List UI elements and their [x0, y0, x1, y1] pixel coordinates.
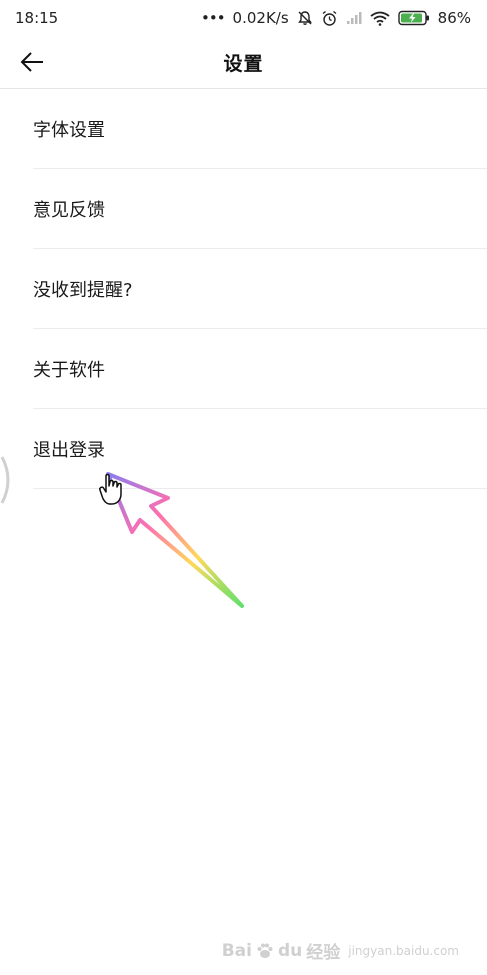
signal-icon [346, 11, 362, 25]
menu-item-label: 关于软件 [33, 359, 105, 381]
status-indicators: ••• 0.02K/s 86% [201, 9, 471, 27]
menu-item-label: 退出登录 [33, 439, 105, 461]
menu-item-label: 意见反馈 [33, 199, 105, 221]
app-bar: 设置 [0, 36, 487, 89]
watermark-suffix: 经验 [306, 943, 341, 963]
wifi-icon [370, 11, 390, 26]
mute-bell-icon [297, 10, 313, 26]
status-time: 18:15 [15, 9, 59, 27]
arrow-left-icon [20, 52, 43, 72]
edge-swipe-indicator [0, 456, 10, 504]
menu-item-label: 字体设置 [33, 119, 105, 141]
baidu-watermark: Bai du 经验 jingyan.baidu.com [221, 938, 459, 964]
battery-percent: 86% [437, 9, 471, 27]
settings-screen: 18:15 ••• 0.02K/s 86% 设置 字体设置 意见反馈 没收到提醒… [0, 0, 487, 975]
menu-item-font-settings[interactable]: 字体设置 [33, 89, 487, 169]
paw-icon [257, 943, 273, 958]
annotation-arrow [99, 472, 244, 608]
watermark-sub: jingyan.baidu.com [348, 943, 459, 958]
status-bar: 18:15 ••• 0.02K/s 86% [0, 0, 487, 36]
menu-item-no-reminder[interactable]: 没收到提醒? [33, 249, 487, 329]
menu-item-label: 没收到提醒? [33, 279, 133, 301]
back-button[interactable] [14, 44, 50, 80]
watermark-paw-text: du [277, 940, 303, 961]
status-dots: ••• [201, 9, 226, 27]
watermark-brand: Bai [221, 940, 252, 961]
settings-menu: 字体设置 意见反馈 没收到提醒? 关于软件 退出登录 [0, 89, 487, 489]
alarm-icon [321, 10, 338, 27]
battery-charging-icon [397, 10, 430, 26]
menu-item-about[interactable]: 关于软件 [33, 329, 487, 409]
menu-item-feedback[interactable]: 意见反馈 [33, 169, 487, 249]
page-title: 设置 [223, 52, 264, 75]
net-speed: 0.02K/s [232, 9, 289, 27]
